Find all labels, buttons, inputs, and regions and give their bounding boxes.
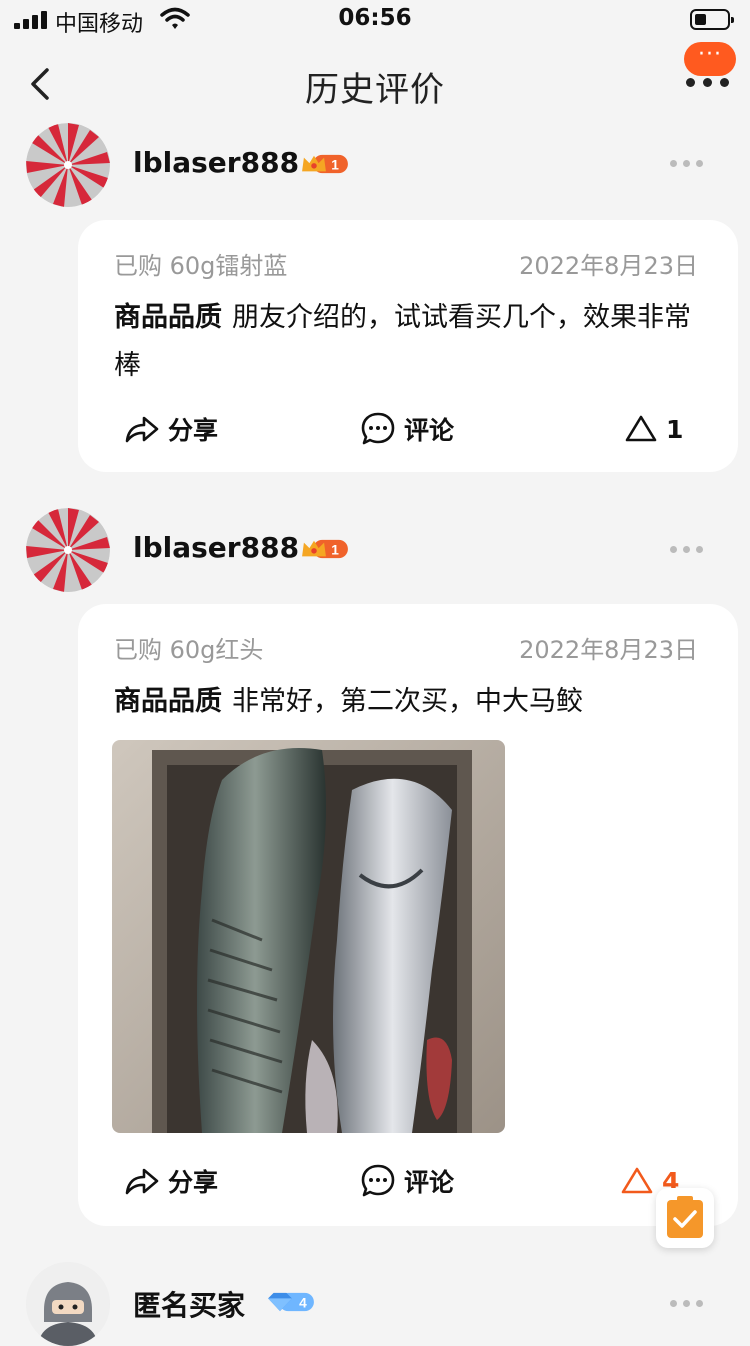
avatar[interactable]	[26, 123, 110, 207]
review-card: 已购 60g镭射蓝 2022年8月23日 商品品质 朋友介绍的，试试看买几个，效果…	[78, 220, 738, 472]
review-photo[interactable]	[112, 740, 505, 1133]
status-bar: 中国移动 06:56	[0, 0, 750, 40]
clipboard-check-icon	[667, 1196, 703, 1238]
page-title: 历史评价	[305, 70, 445, 110]
purchase-spec: 已购 60g红头	[114, 636, 264, 664]
review-body: 非常好，第二次买，中大马鲛	[232, 686, 583, 717]
review-actions: 分享 评论 4	[78, 1156, 738, 1206]
review-more-icon[interactable]	[670, 546, 704, 556]
like-triangle-icon	[621, 1167, 653, 1194]
user-name[interactable]: lblaser888	[133, 531, 299, 564]
review-text: 商品品质 非常好，第二次买，中大马鲛	[114, 678, 708, 726]
comment-button[interactable]: 评论	[360, 404, 454, 454]
comment-button[interactable]: 评论	[360, 1156, 454, 1206]
crown-badge-icon: 1	[302, 154, 348, 174]
like-count: 1	[666, 414, 684, 444]
comment-icon	[361, 412, 395, 445]
review-date: 2022年8月23日	[519, 252, 698, 280]
like-button[interactable]: 1	[624, 404, 683, 454]
battery-icon	[690, 9, 734, 30]
svg-text:1: 1	[331, 158, 339, 173]
quality-tag: 商品品质	[114, 686, 222, 717]
quality-tag: 商品品质	[114, 302, 222, 333]
floating-task-button[interactable]	[656, 1188, 714, 1248]
diamond-badge-icon: 4	[268, 1292, 314, 1312]
svg-text:4: 4	[299, 1296, 307, 1311]
crown-badge-icon: 1	[302, 539, 348, 559]
more-menu-button[interactable]: ···	[676, 40, 742, 128]
review-card: 已购 60g红头 2022年8月23日 商品品质 非常好，第二次买，中大马鲛 分…	[78, 604, 738, 1226]
avatar[interactable]	[26, 1262, 110, 1346]
review-actions: 分享 评论 1	[78, 404, 738, 454]
like-triangle-icon	[625, 415, 657, 442]
svg-text:1: 1	[331, 543, 339, 558]
user-name[interactable]: 匿名买家	[133, 1284, 245, 1324]
review-date: 2022年8月23日	[519, 636, 698, 664]
more-dots-icon	[686, 78, 730, 88]
share-button[interactable]: 分享	[124, 404, 218, 454]
avatar[interactable]	[26, 508, 110, 592]
share-button[interactable]: 分享	[124, 1156, 218, 1206]
message-bubble-icon[interactable]: ···	[684, 42, 736, 76]
share-icon	[125, 416, 159, 443]
nav-bar: 历史评价 ···	[0, 40, 750, 128]
review-more-icon[interactable]	[670, 1300, 704, 1310]
review-more-icon[interactable]	[670, 160, 704, 170]
share-icon	[125, 1168, 159, 1195]
user-name[interactable]: lblaser888	[133, 146, 299, 179]
comment-icon	[361, 1164, 395, 1197]
review-text: 商品品质 朋友介绍的，试试看买几个，效果非常棒	[114, 294, 708, 390]
purchase-spec: 已购 60g镭射蓝	[114, 252, 288, 280]
status-time: 06:56	[338, 5, 412, 31]
